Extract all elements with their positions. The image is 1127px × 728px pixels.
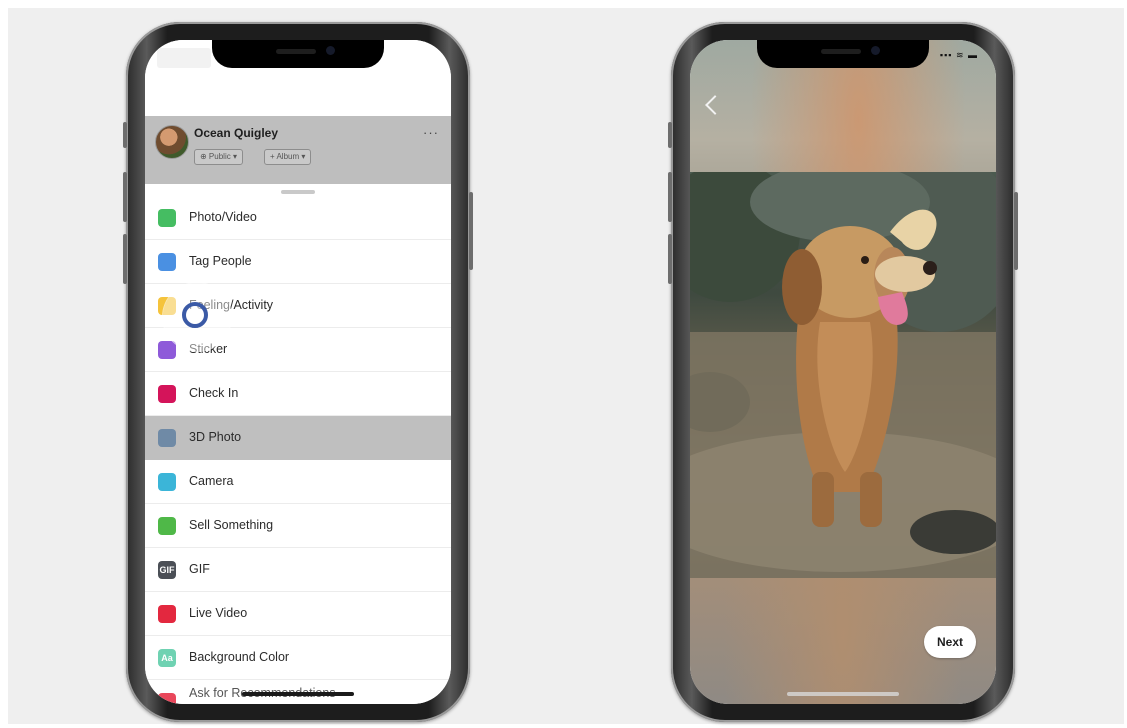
- volume-up-button: [123, 172, 127, 222]
- menu-item-check-in[interactable]: Check In: [145, 372, 451, 416]
- left-phone-screen: Ocean Quigley ··· ⊕ Public ▾ + Album ▾ P…: [145, 40, 451, 704]
- front-camera: [871, 46, 880, 55]
- left-phone-frame: Ocean Quigley ··· ⊕ Public ▾ + Album ▾ P…: [123, 22, 473, 722]
- right-phone-frame: ▪▪▪ ≋ ▬ Next: [668, 22, 1018, 722]
- privacy-selector[interactable]: ⊕ Public ▾: [194, 149, 243, 165]
- live-video-icon: [158, 605, 176, 623]
- camera-icon: [158, 473, 176, 491]
- post-author-bar: Ocean Quigley ··· ⊕ Public ▾ + Album ▾: [145, 116, 451, 184]
- power-button: [469, 192, 473, 270]
- dog-photo-image: [690, 172, 996, 578]
- post-options-sheet: Photo/Video Tag People Feeling/Activity Sti…: [145, 184, 451, 704]
- header-placeholder: [157, 48, 211, 68]
- right-phone-screen: ▪▪▪ ≋ ▬ Next: [690, 40, 996, 704]
- background-color-icon: Aa: [158, 649, 176, 667]
- volume-up-button: [668, 172, 672, 222]
- notch: [757, 40, 929, 68]
- tap-indicator: [182, 302, 208, 328]
- menu-item-3d-photo[interactable]: 3D Photo: [145, 416, 451, 460]
- menu-item-label: Photo/Video: [189, 210, 257, 224]
- menu-item-label: Camera: [189, 474, 234, 488]
- speaker: [821, 49, 861, 54]
- menu-item-live-video[interactable]: Live Video: [145, 592, 451, 636]
- menu-item-label: Background Color: [189, 650, 290, 664]
- check-in-icon: [158, 385, 176, 403]
- home-indicator[interactable]: [787, 692, 899, 696]
- mute-switch: [123, 122, 127, 148]
- speaker: [276, 49, 316, 54]
- recommendations-icon: [158, 693, 176, 704]
- photo-video-icon: [158, 209, 176, 227]
- volume-down-button: [123, 234, 127, 284]
- menu-item-label: GIF: [189, 562, 210, 576]
- avatar[interactable]: [155, 125, 189, 159]
- power-button: [1014, 192, 1018, 270]
- 3d-photo-icon: [158, 429, 176, 447]
- more-options-icon[interactable]: ···: [423, 125, 439, 140]
- menu-item-gif[interactable]: GIF GIF: [145, 548, 451, 592]
- menu-item-sell-something[interactable]: Sell Something: [145, 504, 451, 548]
- menu-item-label: Check In: [189, 386, 239, 400]
- menu-item-label: Tag People: [189, 254, 252, 268]
- author-name: Ocean Quigley: [194, 126, 279, 140]
- sell-something-icon: [158, 517, 176, 535]
- album-selector[interactable]: + Album ▾: [264, 149, 312, 165]
- menu-item-camera[interactable]: Camera: [145, 460, 451, 504]
- home-indicator[interactable]: [242, 692, 354, 696]
- tag-people-icon: [158, 253, 176, 271]
- mute-switch: [668, 122, 672, 148]
- menu-item-background-color[interactable]: Aa Background Color: [145, 636, 451, 680]
- menu-item-photo-video[interactable]: Photo/Video: [145, 196, 451, 240]
- sheet-grabber[interactable]: [281, 190, 315, 194]
- menu-item-label: Sell Something: [189, 518, 274, 532]
- status-bar-icons: ▪▪▪ ≋ ▬: [939, 50, 978, 60]
- menu-item-label: 3D Photo: [189, 430, 242, 444]
- front-camera: [326, 46, 335, 55]
- sticker-icon: [158, 341, 176, 359]
- volume-down-button: [668, 234, 672, 284]
- menu-item-tag-people[interactable]: Tag People: [145, 240, 451, 284]
- menu-item-label: Live Video: [189, 606, 248, 620]
- notch: [212, 40, 384, 68]
- gif-icon: GIF: [158, 561, 176, 579]
- next-button[interactable]: Next: [924, 626, 976, 658]
- dog-photo-preview[interactable]: [690, 172, 996, 578]
